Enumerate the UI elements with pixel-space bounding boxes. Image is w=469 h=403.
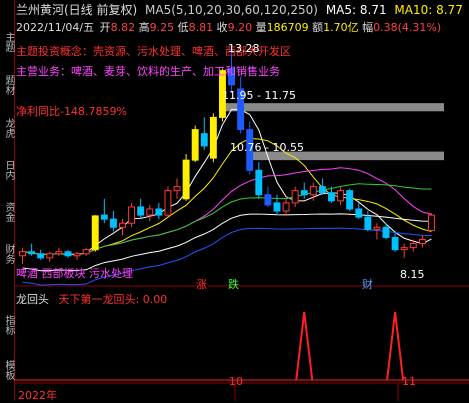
business-annotation: 主营业务：啤酒、麦芽、饮料的生产、加工和销售业务 <box>16 65 280 78</box>
sector-annotation: 啤酒 西部板块 污水处理 <box>16 267 133 280</box>
change-value: 0.38(4.31%) <box>373 21 442 34</box>
candle-body <box>128 206 136 224</box>
amount-label: 额 <box>312 21 324 34</box>
candle-body <box>37 253 45 259</box>
candle-body <box>355 208 363 218</box>
candle-body <box>337 190 345 202</box>
candle-body <box>291 190 299 204</box>
close-label: 收 <box>216 21 228 34</box>
candle-body <box>428 214 435 232</box>
resistance-zone-1 <box>222 103 444 112</box>
indicator-name[interactable]: 龙回头 <box>16 293 49 306</box>
zone2-label: 10.76 - 10.55 <box>230 141 304 154</box>
kline-chart[interactable] <box>0 0 469 401</box>
volume-label: 量 <box>255 21 267 34</box>
candle-body <box>309 186 317 196</box>
candle-body <box>55 251 63 255</box>
candle-body <box>137 206 145 216</box>
candle-body <box>382 226 390 238</box>
change-label: 幅 <box>362 21 374 34</box>
candle-body <box>255 169 263 196</box>
candle-body <box>300 190 308 196</box>
candle-body <box>191 129 199 161</box>
low-price-label: 8.15 <box>400 268 425 281</box>
limit-up-marker[interactable]: 涨 <box>196 276 207 292</box>
axis-month-11: 11 <box>402 375 416 388</box>
low-value: 8.81 <box>188 21 214 34</box>
candle-body <box>146 208 154 216</box>
candle-body <box>264 194 272 206</box>
candle-body <box>91 215 99 251</box>
candle-body <box>173 186 181 192</box>
limit-down-marker[interactable]: 跌 <box>228 276 239 292</box>
candle-body <box>318 186 326 194</box>
candle-body <box>64 251 72 257</box>
ma5-line <box>22 109 432 256</box>
candle-body <box>100 214 108 220</box>
candle-body <box>119 222 126 228</box>
profit-annotation: 净利同比-148.7859% <box>16 105 127 118</box>
open-value: 8.82 <box>110 21 136 34</box>
high-label: 高 <box>138 21 150 34</box>
candle-body <box>282 202 290 212</box>
high-price-label: 13.28 <box>228 42 260 55</box>
finance-marker[interactable]: 财 <box>362 276 373 292</box>
ma-legend: MA5(5,10,20,30,60,120,250) <box>145 3 318 17</box>
candle-body <box>400 247 408 251</box>
candle-body <box>273 202 281 212</box>
candle-body <box>46 253 54 259</box>
volume-value: 186709 <box>266 21 309 34</box>
ma5-value: MA5: 8.71 <box>325 3 387 17</box>
candle-body <box>328 192 335 202</box>
candle-body <box>391 236 399 251</box>
stock-title: 兰州黄河(日线 前复权) <box>16 3 138 17</box>
candle-body <box>19 251 26 257</box>
candle-body <box>155 208 163 216</box>
candle-body <box>200 133 208 147</box>
low-label: 低 <box>177 21 189 34</box>
candle-body <box>164 190 172 216</box>
candle-body <box>82 249 90 255</box>
candle-body <box>73 253 81 257</box>
indicator-formula: 天下第一龙回头: 0.00 <box>58 293 168 306</box>
candle-body <box>364 216 372 230</box>
amount-value: 1.70亿 <box>323 21 359 34</box>
zone1-label: 11.95 - 11.75 <box>222 89 296 102</box>
open-label: 开 <box>99 21 111 34</box>
candle-body <box>109 218 117 228</box>
candle-body <box>182 159 190 200</box>
bar-date: 2022/11/04/五 <box>16 21 95 34</box>
indicator-spike <box>295 311 314 381</box>
axis-month-10: 10 <box>229 375 243 388</box>
close-value: 9.20 <box>227 21 253 34</box>
ma10-value: MA10: 8.77 <box>394 3 463 17</box>
candle-body <box>409 243 417 249</box>
candle-body <box>418 239 426 245</box>
high-value: 9.25 <box>149 21 175 34</box>
indicator-spike <box>386 311 405 381</box>
candle-body <box>373 226 381 230</box>
candle-body <box>28 251 36 255</box>
candle-body <box>346 190 354 210</box>
candle-body <box>209 116 217 159</box>
